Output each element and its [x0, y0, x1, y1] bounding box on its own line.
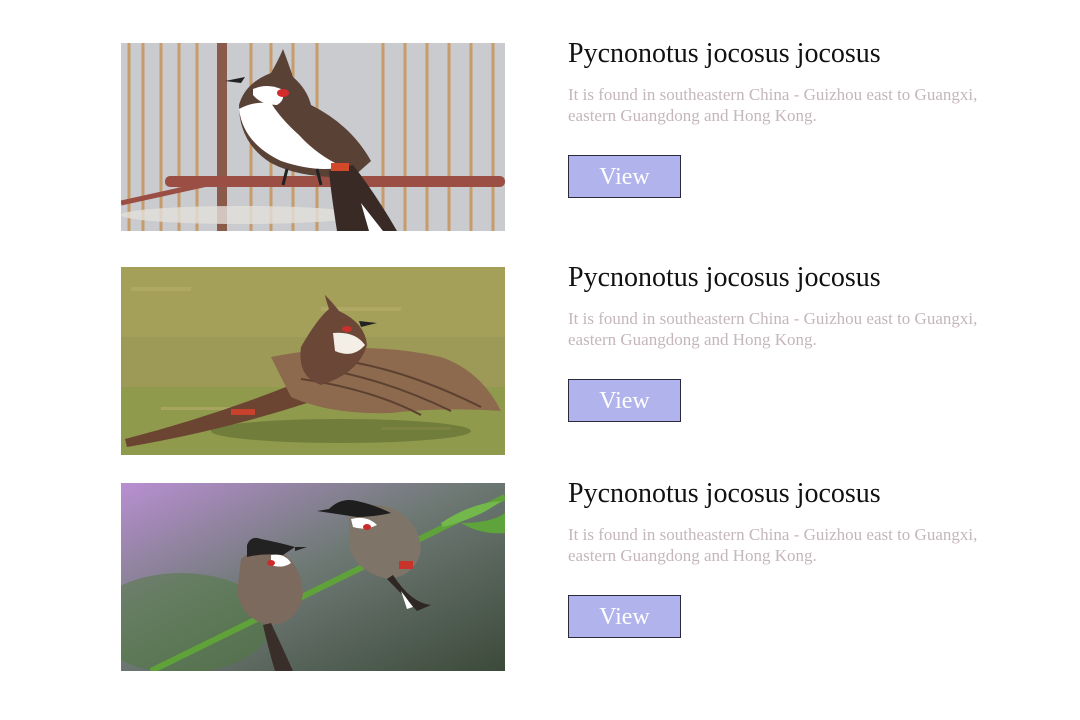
bird-card: Pycnonotus jocosus jocosus It is found i…	[121, 478, 1001, 671]
bird-title: Pycnonotus jocosus jocosus	[568, 38, 881, 69]
bird-description: It is found in southeastern China - Guiz…	[568, 85, 978, 125]
bird-photo	[121, 43, 505, 231]
view-button[interactable]: View	[568, 155, 681, 198]
bird-description: It is found in southeastern China - Guiz…	[568, 525, 978, 565]
bulbul-perched-in-cage-photo	[121, 43, 505, 231]
bird-title: Pycnonotus jocosus jocosus	[568, 262, 881, 293]
bulbul-wings-spread-on-grass-photo	[121, 267, 505, 455]
two-bulbuls-on-branch-photo	[121, 483, 505, 671]
bird-photo	[121, 483, 505, 671]
bird-card: Pycnonotus jocosus jocosus It is found i…	[121, 38, 1001, 231]
view-button[interactable]: View	[568, 595, 681, 638]
bird-title: Pycnonotus jocosus jocosus	[568, 478, 881, 509]
view-button[interactable]: View	[568, 379, 681, 422]
bird-description: It is found in southeastern China - Guiz…	[568, 309, 978, 349]
bird-card: Pycnonotus jocosus jocosus It is found i…	[121, 262, 1001, 455]
bird-photo	[121, 267, 505, 455]
